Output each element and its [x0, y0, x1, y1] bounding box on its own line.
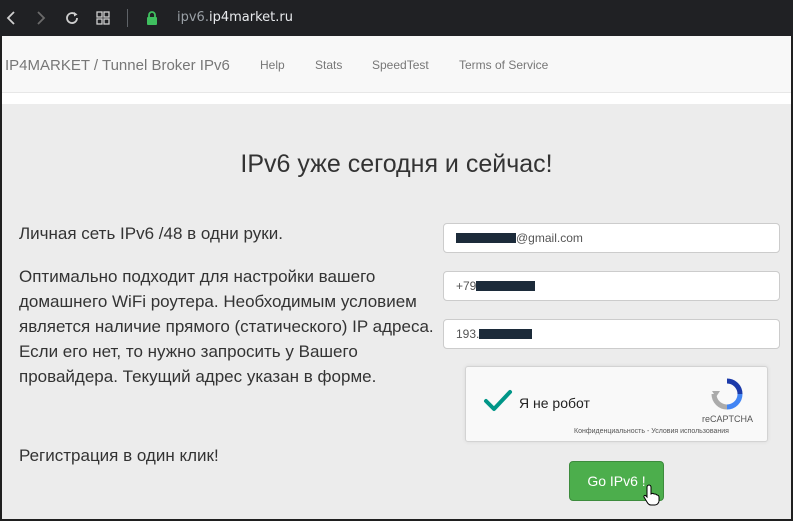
captcha-label: Я не робот [519, 395, 590, 411]
captcha-brand: reCAPTCHA [702, 414, 754, 424]
toolbar-divider [127, 9, 128, 27]
phone-field[interactable]: +79 [443, 271, 780, 301]
navbar-spacer [2, 93, 791, 104]
description-text: Оптимально подходит для настройки вашего… [19, 267, 434, 386]
recaptcha-widget: Я не робот reCAPTCHA Конфиденциальность … [465, 366, 768, 442]
ip-address-field[interactable]: 193. [443, 319, 780, 349]
checkmark-icon[interactable] [483, 389, 513, 418]
recaptcha-logo-icon [710, 377, 744, 416]
captcha-legal-links[interactable]: Конфиденциальность - Условия использован… [574, 428, 729, 435]
email-suffix: @gmail.com [516, 231, 583, 245]
address-bar[interactable]: ipv6.ip4market.ru [177, 10, 293, 25]
tab-grid-icon[interactable] [92, 7, 114, 29]
registration-text: Регистрация в один клик! [19, 446, 219, 465]
redacted-block [456, 233, 516, 243]
hand-cursor-icon [643, 484, 661, 511]
ip-prefix: 193. [456, 327, 480, 341]
email-field[interactable]: @gmail.com [443, 223, 780, 253]
nav-link-help[interactable]: Help [260, 58, 285, 72]
brand-link[interactable]: IP4MARKET / Tunnel Broker IPv6 [5, 57, 230, 74]
forward-icon[interactable] [30, 7, 52, 29]
reload-icon[interactable] [61, 7, 83, 29]
lead-text: Личная сеть IPv6 /48 в одни руки. [19, 224, 283, 243]
web-page: IP4MARKET / Tunnel Broker IPv6 Help Stat… [2, 36, 791, 519]
url-prefix: ipv6. [177, 10, 209, 25]
page-headline: IPv6 уже сегодня и сейчас! [240, 150, 553, 178]
lock-icon[interactable] [145, 10, 159, 31]
browser-toolbar: ipv6.ip4market.ru [0, 0, 793, 36]
redacted-block [476, 281, 536, 291]
url-host: ip4market.ru [208, 10, 293, 25]
site-navbar: IP4MARKET / Tunnel Broker IPv6 Help Stat… [2, 36, 791, 93]
back-icon[interactable] [0, 7, 22, 29]
phone-prefix: +79 [456, 279, 477, 293]
redacted-block [479, 329, 533, 339]
nav-link-speedtest[interactable]: SpeedTest [372, 58, 429, 72]
nav-link-stats[interactable]: Stats [315, 58, 342, 72]
nav-link-terms[interactable]: Terms of Service [459, 58, 548, 72]
